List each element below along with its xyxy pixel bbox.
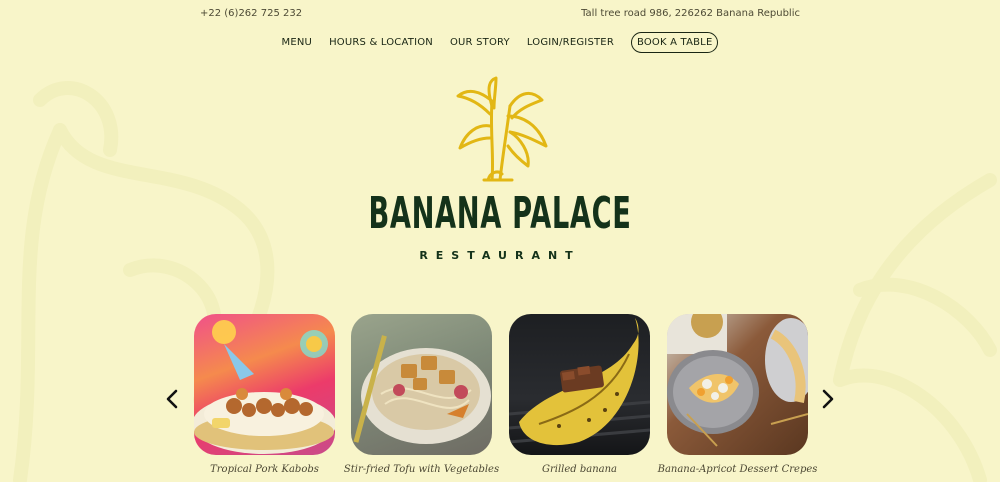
chevron-right-icon[interactable] (817, 386, 839, 412)
grilled-banana-photo[interactable] (509, 314, 650, 455)
nav-hours-location[interactable]: HOURS & LOCATION (329, 37, 433, 48)
banana-tree-icon (456, 76, 548, 182)
nav-login-register[interactable]: LOGIN/REGISTER (527, 37, 614, 48)
carousel-card-kabobs[interactable]: Tropical Pork Kabobs (194, 314, 335, 475)
carousel-card-grilled-banana[interactable]: Grilled banana (509, 314, 650, 475)
tofu-photo[interactable] (351, 314, 492, 455)
kabobs-photo[interactable] (194, 314, 335, 455)
crepes-photo[interactable] (667, 314, 808, 455)
card-caption: Banana-Apricot Dessert Crepes (657, 464, 818, 475)
card-caption: Stir-fried Tofu with Vegetables (343, 464, 500, 475)
chevron-left-icon[interactable] (161, 386, 183, 412)
card-caption: Tropical Pork Kabobs (210, 464, 319, 475)
background-leaf-right (833, 173, 997, 482)
phone-number[interactable]: +22 (6)262 725 232 (200, 8, 302, 19)
book-a-table-button[interactable]: BOOK A TABLE (630, 31, 719, 53)
card-caption: Grilled banana (541, 464, 618, 475)
nav-menu[interactable]: MENU (282, 37, 313, 48)
carousel-card-crepes[interactable]: Banana-Apricot Dessert Crepes (658, 314, 817, 475)
contact-bar: +22 (6)262 725 232 Tall tree road 986, 2… (200, 8, 800, 22)
restaurant-tagline: RESTAURANT (419, 249, 581, 262)
restaurant-name: BANANA PALACE (368, 188, 632, 239)
main-nav: MENU HOURS & LOCATION OUR STORY LOGIN/RE… (0, 31, 1000, 53)
carousel-card-tofu[interactable]: Stir-fried Tofu with Vegetables (344, 314, 499, 475)
address: Tall tree road 986, 226262 Banana Republ… (581, 8, 800, 19)
nav-our-story[interactable]: OUR STORY (450, 37, 510, 48)
